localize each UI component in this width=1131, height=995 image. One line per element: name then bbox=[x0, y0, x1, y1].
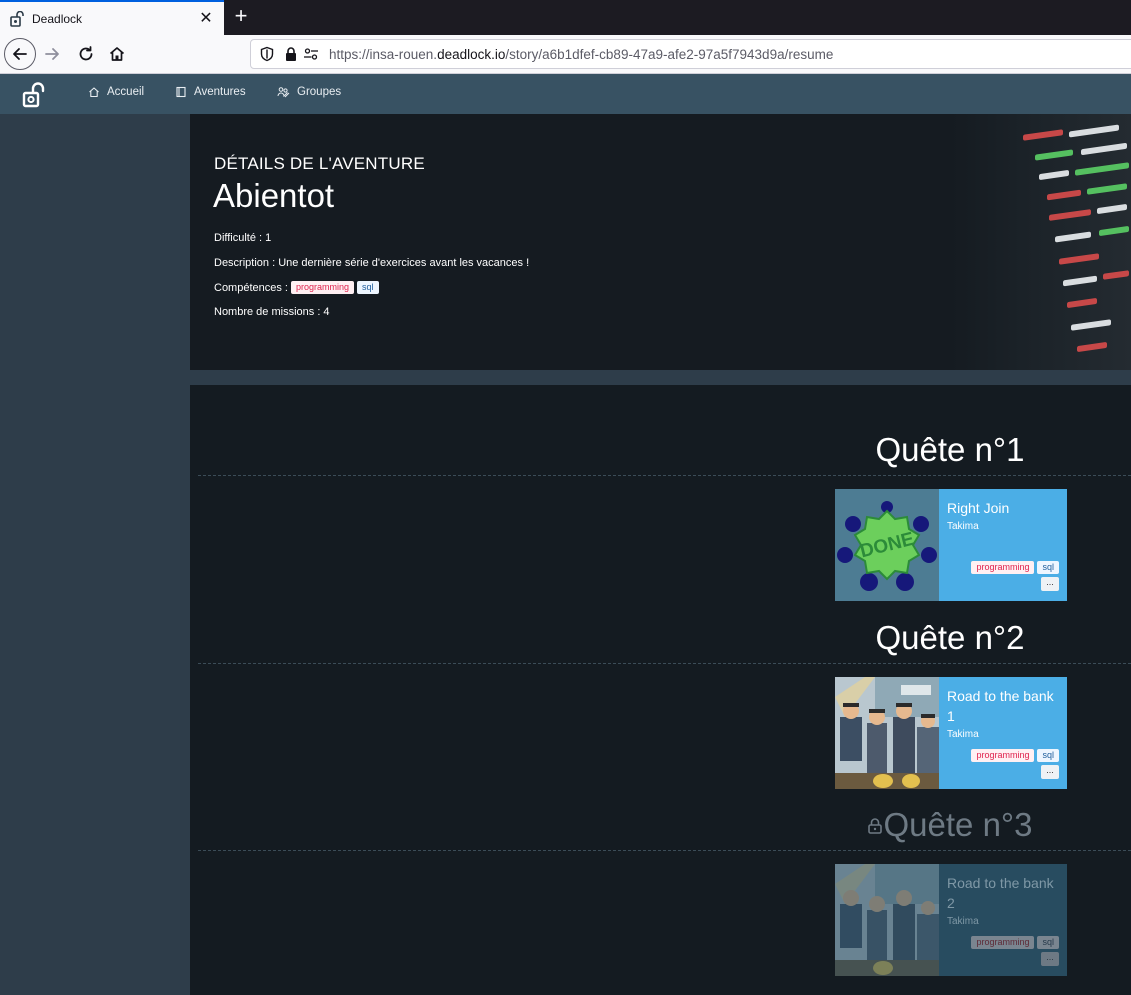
code-screen-image bbox=[951, 114, 1131, 370]
arrow-left-icon bbox=[13, 48, 27, 60]
deadlock-logo-icon[interactable] bbox=[22, 82, 48, 108]
quest-3-title: Quête n°3 bbox=[840, 806, 1060, 844]
description-text: Description : Une dernière série d'exerc… bbox=[214, 257, 530, 269]
quest-1-title: Quête n°1 bbox=[875, 431, 1025, 468]
home-button[interactable] bbox=[101, 38, 133, 70]
tag-programming: programming bbox=[971, 749, 1035, 762]
mission-tags: programming sql bbox=[968, 749, 1059, 762]
quest-title-label: Quête n°3 bbox=[883, 806, 1033, 843]
mission-author: Takima bbox=[947, 521, 979, 532]
skills-row: Compétences : programming sql bbox=[214, 281, 379, 294]
skill-badge-sql: sql bbox=[357, 281, 379, 294]
forward-button[interactable] bbox=[36, 38, 68, 70]
book-icon bbox=[176, 86, 186, 98]
mission-card-road-to-the-bank-2[interactable]: Road to the bank 2 Takima programming sq… bbox=[835, 864, 1067, 976]
adventure-hero: DÉTAILS DE L'AVENTURE Abientot Difficult… bbox=[190, 114, 1131, 370]
nav-item-aventures[interactable]: Aventures bbox=[175, 86, 246, 98]
tag-sql: sql bbox=[1037, 936, 1059, 949]
mission-thumbnail bbox=[835, 864, 939, 976]
more-tags-button[interactable]: ... bbox=[1041, 765, 1059, 779]
browser-tab[interactable]: Deadlock ✕ bbox=[0, 0, 224, 35]
deadlock-favicon-icon bbox=[10, 10, 24, 27]
mission-body: Road to the bank 1 Takima programming sq… bbox=[939, 677, 1067, 789]
mission-card-road-to-the-bank-1[interactable]: Road to the bank 1 Takima programming sq… bbox=[835, 677, 1067, 789]
shield-icon[interactable] bbox=[259, 46, 275, 62]
new-tab-icon[interactable]: + bbox=[228, 4, 254, 30]
tag-sql: sql bbox=[1037, 749, 1059, 762]
back-button[interactable] bbox=[4, 38, 36, 70]
more-tags-button[interactable]: ... bbox=[1041, 952, 1059, 966]
mission-body: Road to the bank 2 Takima programming sq… bbox=[939, 864, 1067, 976]
arrow-right-icon bbox=[45, 48, 59, 60]
mission-thumbnail: DONE bbox=[835, 489, 939, 601]
mission-card-right-join[interactable]: DONE Right Join Takima programming sql .… bbox=[835, 489, 1067, 601]
tag-programming: programming bbox=[971, 561, 1035, 574]
skill-badge-programming: programming bbox=[290, 281, 355, 294]
tag-programming: programming bbox=[971, 936, 1035, 949]
mission-author: Takima bbox=[947, 916, 979, 927]
done-badge-icon: DONE bbox=[835, 489, 939, 601]
mission-title: Road to the bank 2 bbox=[947, 875, 1054, 911]
nav-item-label: Groupes bbox=[297, 86, 342, 98]
reload-icon bbox=[79, 46, 93, 61]
permissions-icon[interactable] bbox=[303, 46, 319, 62]
lock-icon bbox=[867, 818, 882, 834]
tab-title: Deadlock bbox=[32, 11, 83, 26]
nav-item-groupes[interactable]: Groupes bbox=[277, 86, 341, 98]
adventure-title: Abientot bbox=[213, 177, 335, 214]
lock-icon[interactable] bbox=[283, 46, 299, 62]
mission-thumbnail bbox=[835, 677, 939, 789]
hero-kicker: DÉTAILS DE L'AVENTURE bbox=[214, 154, 425, 173]
nav-item-accueil[interactable]: Accueil bbox=[88, 86, 144, 98]
tag-sql: sql bbox=[1037, 561, 1059, 574]
quest-separator bbox=[198, 475, 1131, 476]
reload-button[interactable] bbox=[70, 38, 102, 70]
comic-illustration-icon bbox=[835, 677, 939, 789]
nav-item-label: Accueil bbox=[107, 86, 145, 98]
app-header: Accueil Aventures Groupes bbox=[0, 74, 1131, 114]
home-icon bbox=[89, 87, 99, 98]
more-tags-button[interactable]: ... bbox=[1041, 577, 1059, 591]
mission-body: Right Join Takima programming sql ... bbox=[939, 489, 1067, 601]
comic-illustration-icon bbox=[835, 864, 939, 976]
mission-tags: programming sql bbox=[968, 936, 1059, 949]
quest-separator bbox=[198, 850, 1131, 851]
skills-label: Compétences : bbox=[214, 281, 288, 294]
mission-title: Road to the bank 1 bbox=[947, 688, 1054, 724]
quest-2-title: Quête n°2 bbox=[875, 619, 1025, 656]
mission-tags: programming sql bbox=[968, 561, 1059, 574]
mission-author: Takima bbox=[947, 729, 979, 740]
quest-separator bbox=[198, 663, 1131, 664]
browser-tab-bar: Deadlock ✕ + bbox=[0, 0, 1131, 35]
quests-panel: Quête n°1 DONE Right Join Takima program… bbox=[190, 385, 1131, 995]
missions-count-text: Nombre de missions : 4 bbox=[214, 306, 330, 318]
close-tab-icon[interactable]: ✕ bbox=[198, 10, 214, 27]
mission-title: Right Join bbox=[947, 500, 1010, 516]
nav-item-label: Aventures bbox=[194, 86, 246, 98]
url-text[interactable]: https://insa-rouen.deadlock.io/story/a6b… bbox=[329, 47, 833, 62]
home-icon bbox=[109, 47, 125, 61]
address-bar[interactable]: https://insa-rouen.deadlock.io/story/a6b… bbox=[250, 39, 1131, 69]
browser-nav-bar: https://insa-rouen.deadlock.io/story/a6b… bbox=[0, 35, 1131, 74]
group-icon bbox=[277, 87, 290, 98]
sidebar bbox=[0, 114, 190, 995]
difficulty-text: Difficulté : 1 bbox=[214, 232, 272, 244]
